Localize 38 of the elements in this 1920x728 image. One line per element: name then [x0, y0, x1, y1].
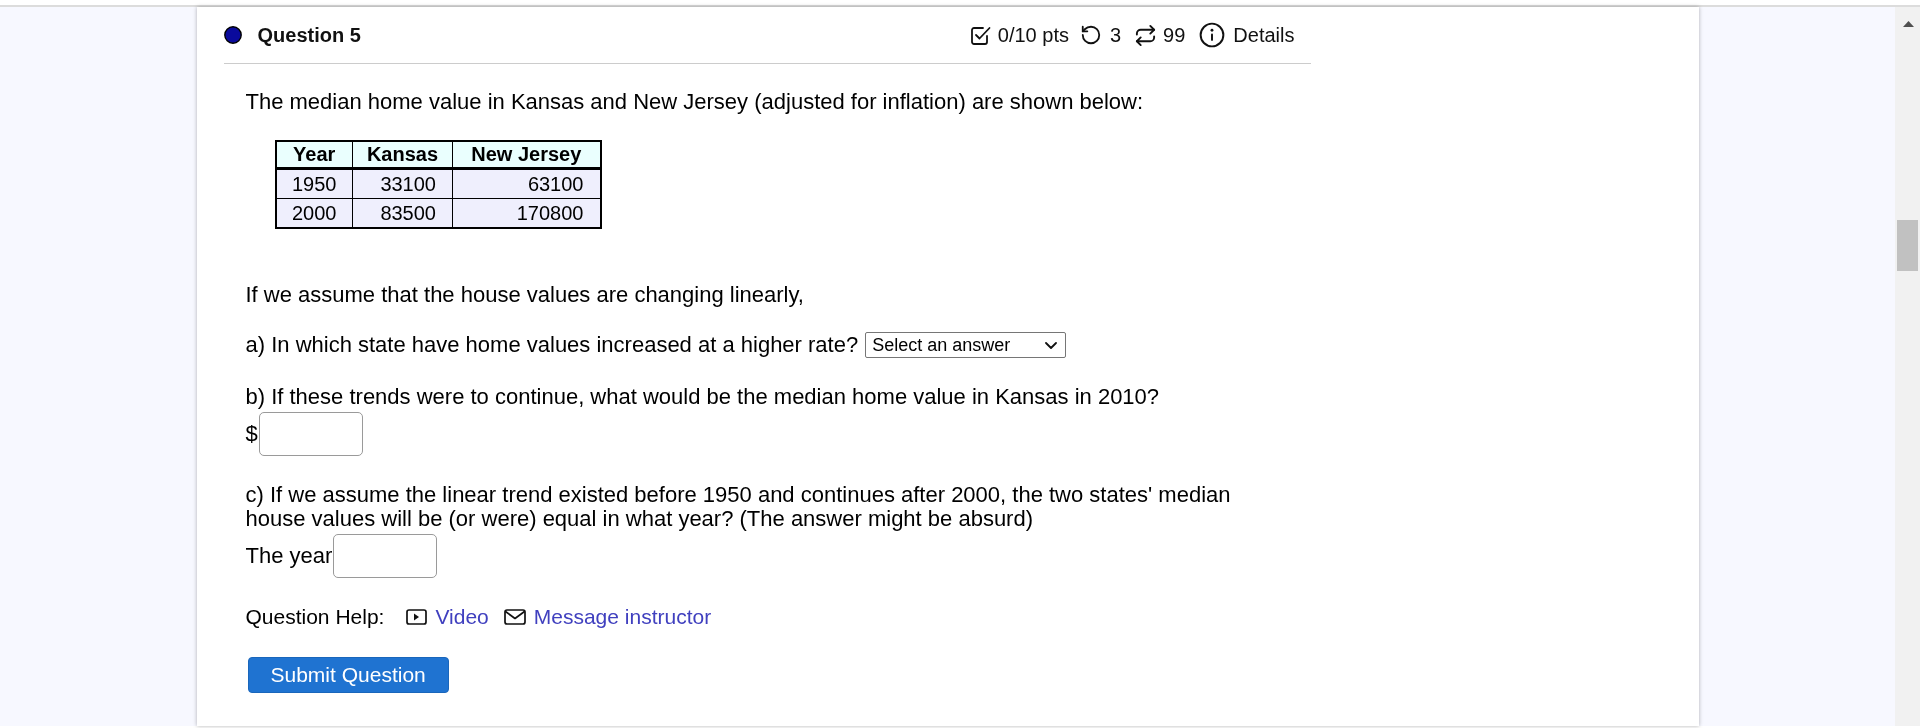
question-text: If we assume that the house values are changing linearly,	[245, 282, 805, 308]
circular-arrow-icon	[1080, 24, 1102, 46]
status-dot-icon	[223, 26, 242, 44]
field-label: The year	[245, 543, 333, 569]
repeat-arrows-icon	[1134, 23, 1158, 47]
question-text: c) If we assume the linear trend existed before 1950 and continues after 2000, the two states' median house values will be (or were) equal in what year? (The answer might be absurd)	[245, 483, 1232, 531]
table-header-cell: Kansas	[352, 141, 453, 168]
question-intro: The median home value in Kansas and New Jersey (adjusted for inflation) are shown below:	[245, 89, 1145, 115]
answer-field[interactable]	[333, 534, 438, 578]
versions-count: 99	[1163, 23, 1186, 48]
message-link[interactable]: Message instructor	[503, 605, 712, 629]
help-label: Question Help:	[245, 605, 385, 629]
table-cell: 63100	[452, 168, 601, 198]
table-header-cell: New Jersey	[452, 141, 601, 168]
scroll-up-arrow-icon[interactable]	[1903, 21, 1914, 27]
scrollbar-thumb[interactable]	[1897, 220, 1918, 271]
play-icon	[406, 609, 428, 625]
score-text: 0/10 pts	[997, 23, 1069, 48]
details-button[interactable]: Details	[1199, 20, 1295, 50]
table-cell: 83500	[352, 198, 453, 228]
question-text: b) If these trends were to continue, what would be the median home value in Kansas in 2010?	[245, 385, 1161, 409]
table-header-cell: Year	[275, 141, 353, 168]
video-link[interactable]: Video	[406, 605, 489, 629]
chevron-down-icon	[1045, 341, 1058, 349]
question-title: Question 5	[257, 23, 361, 48]
checkbox-tick-icon	[969, 24, 991, 46]
answer-dropdown[interactable]: Select an answer	[865, 332, 1067, 358]
attempts-count: 3	[1110, 23, 1122, 48]
table-cell: 170800	[452, 198, 601, 228]
field-label: $	[245, 421, 258, 447]
question-text: a) In which state have home values increased at a higher rate?	[245, 332, 859, 358]
submit-button[interactable]: Submit Question	[247, 657, 449, 693]
answer-field[interactable]	[258, 412, 363, 456]
envelope-icon	[503, 609, 526, 625]
info-icon	[1199, 22, 1226, 48]
table-cell: 33100	[352, 168, 453, 198]
table-cell: 1950	[275, 168, 353, 198]
table-cell: 2000	[275, 198, 353, 228]
